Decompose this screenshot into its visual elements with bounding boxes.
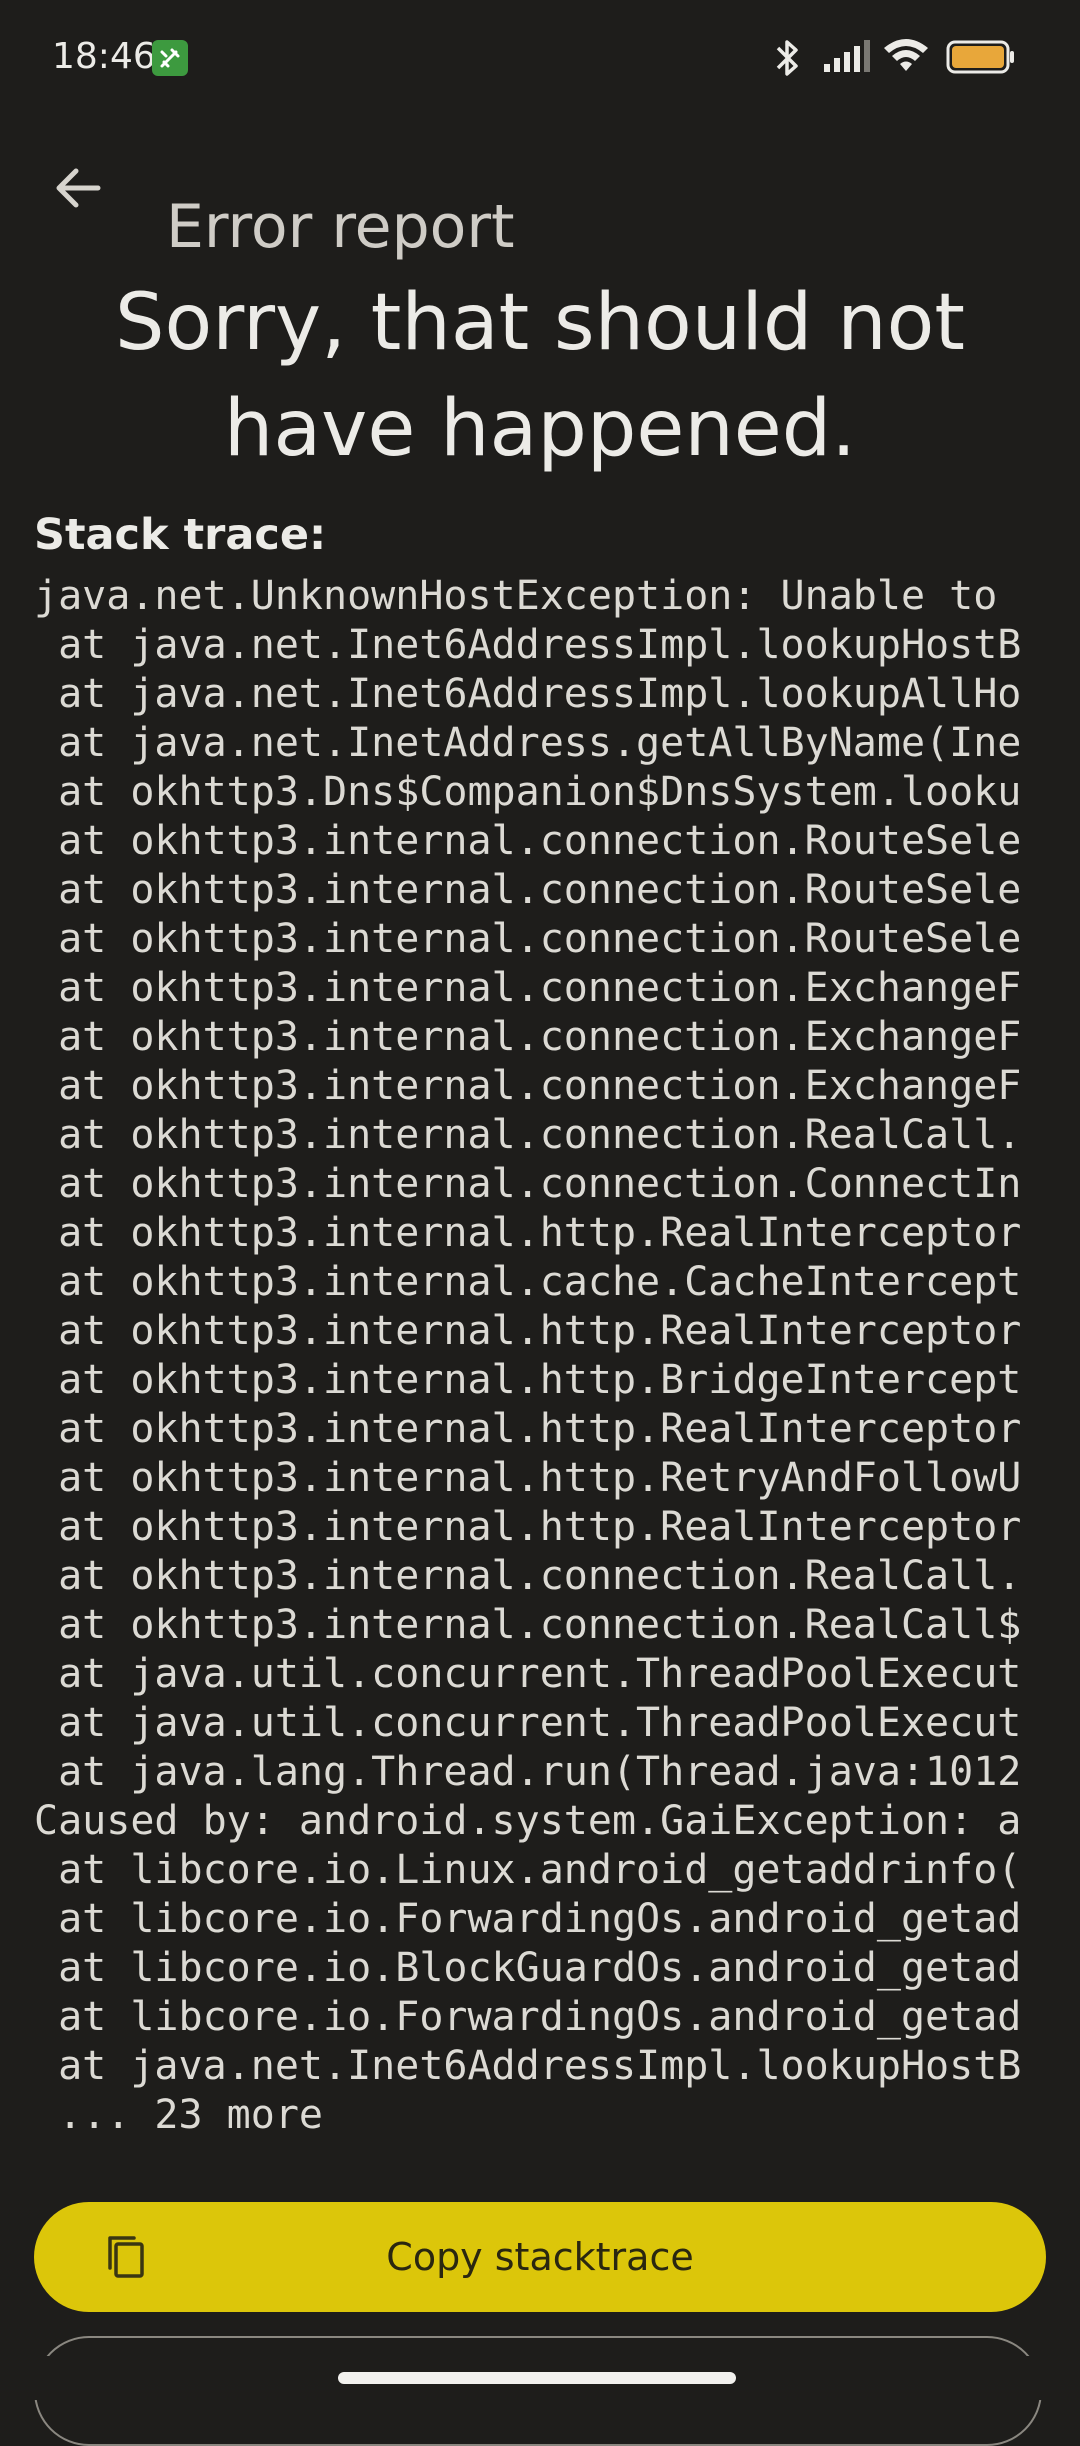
bluetooth-icon (770, 36, 806, 85)
status-bar: 18:46 (0, 0, 1080, 112)
stack-trace-line: at okhttp3.internal.connection.RouteSele (34, 818, 1022, 864)
stack-trace-line: at okhttp3.internal.connection.RealCall. (34, 1112, 1022, 1158)
copy-stacktrace-label: Copy stacktrace (386, 2235, 694, 2279)
stack-trace-line: at okhttp3.internal.connection.RouteSele (34, 867, 1022, 913)
stack-trace-line: at java.net.Inet6AddressImpl.lookupAllHo (34, 671, 1022, 717)
stack-trace-line: at okhttp3.internal.connection.ExchangeF (34, 1014, 1022, 1060)
wifi-icon (882, 36, 930, 81)
error-headline: Sorry, that should not have happened. (115, 278, 965, 474)
battery-icon (946, 40, 1016, 79)
stack-trace-line: at libcore.io.ForwardingOs.android_getad (34, 1896, 1022, 1942)
stack-trace-line: at java.net.InetAddress.getAllByName(Ine (34, 720, 1022, 766)
stack-trace-line: Caused by: android.system.GaiException: … (34, 1798, 1022, 1844)
stack-trace-line: at okhttp3.internal.http.RetryAndFollowU (34, 1455, 1022, 1501)
page-title: Error report (166, 192, 515, 263)
stack-trace-line: at okhttp3.internal.connection.ExchangeF (34, 965, 1022, 1011)
arrow-left-icon (56, 168, 101, 208)
stack-trace-line: at okhttp3.internal.connection.ExchangeF (34, 1063, 1022, 1109)
stack-trace-line: at okhttp3.internal.connection.RealCall. (34, 1553, 1022, 1599)
stack-trace-line: at java.lang.Thread.run(Thread.java:1012 (34, 1749, 1022, 1795)
stack-trace-line: at libcore.io.BlockGuardOs.android_getad (34, 1945, 1022, 1991)
copy-icon (108, 2236, 144, 2278)
stack-trace-line: at okhttp3.internal.http.RealInterceptor (34, 1308, 1022, 1354)
stack-trace-line: at okhttp3.Dns$Companion$DnsSystem.looku (34, 769, 1022, 815)
stack-trace-line: at java.util.concurrent.ThreadPoolExecut (34, 1700, 1022, 1746)
stack-trace-label: Stack trace: (34, 510, 327, 560)
status-time: 18:46 (52, 36, 156, 77)
stack-trace-line: at okhttp3.internal.http.RealInterceptor (34, 1406, 1022, 1452)
stack-trace-line: at okhttp3.internal.cache.CacheIntercept (34, 1259, 1022, 1305)
stack-trace-line: at libcore.io.ForwardingOs.android_getad (34, 1994, 1022, 2040)
navigation-handle[interactable] (338, 2372, 736, 2384)
stack-trace-line: at okhttp3.internal.connection.RealCall$ (34, 1602, 1022, 1648)
back-button[interactable] (30, 140, 126, 236)
stack-trace-line: at java.net.Inet6AddressImpl.lookupHostB (34, 622, 1022, 668)
stack-trace-line: java.net.UnknownHostException: Unable to (34, 573, 998, 619)
stack-trace-line: at libcore.io.Linux.android_getaddrinfo( (34, 1847, 1022, 1893)
stack-trace-line: at okhttp3.internal.connection.ConnectIn (34, 1161, 1022, 1207)
stack-trace-view[interactable]: java.net.UnknownHostException: Unable to… (34, 572, 1046, 2142)
signal-icon (822, 40, 872, 79)
copy-stacktrace-button[interactable]: Copy stacktrace (34, 2202, 1046, 2312)
stack-trace-line: at java.util.concurrent.ThreadPoolExecut (34, 1651, 1022, 1697)
stack-trace-line: at java.net.Inet6AddressImpl.lookupHostB (34, 2043, 1022, 2089)
stack-trace-line: at okhttp3.internal.connection.RouteSele (34, 916, 1022, 962)
stack-trace-line: at okhttp3.internal.http.BridgeIntercept (34, 1357, 1022, 1403)
stack-trace-line: at okhttp3.internal.http.RealInterceptor (34, 1504, 1022, 1550)
app-bar: Error report (0, 112, 1080, 262)
stack-trace-line: ... 23 more (34, 2092, 323, 2138)
app-notification-icon (152, 40, 188, 76)
stack-trace-line: at okhttp3.internal.http.RealInterceptor (34, 1210, 1022, 1256)
